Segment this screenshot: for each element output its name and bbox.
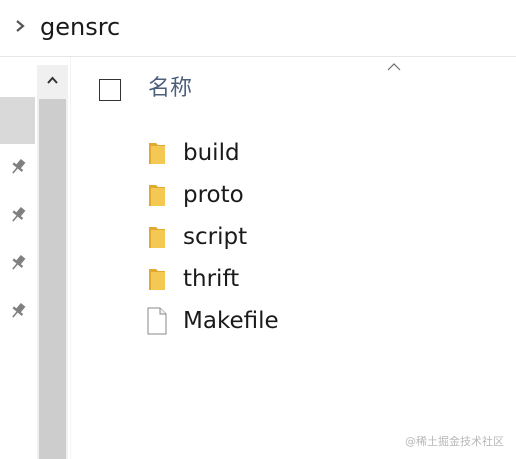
file-name: build	[183, 140, 240, 166]
list-item[interactable]: proto	[146, 176, 476, 218]
watermark: @稀土掘金技术社区	[405, 435, 504, 448]
pin-icon[interactable]	[8, 157, 28, 177]
nav-scrollbar[interactable]	[37, 65, 68, 459]
file-name: script	[183, 224, 248, 250]
folder-icon	[149, 269, 165, 290]
select-all-checkbox[interactable]	[99, 79, 121, 101]
navigation-pane	[0, 57, 70, 459]
folder-icon	[149, 185, 165, 206]
file-list: build proto script thrift Makefile	[146, 134, 476, 344]
scroll-up-button[interactable]	[37, 65, 68, 97]
list-item[interactable]: thrift	[146, 260, 476, 302]
breadcrumb-bar: gensrc	[0, 0, 516, 57]
list-item[interactable]: Makefile	[146, 302, 476, 344]
list-item[interactable]: build	[146, 134, 476, 176]
column-header-name[interactable]: 名称	[148, 74, 192, 104]
breadcrumb-current-folder[interactable]: gensrc	[40, 10, 120, 44]
chevron-up-icon	[47, 76, 58, 84]
pin-icon[interactable]	[8, 253, 28, 273]
nav-selected-item[interactable]	[0, 97, 35, 144]
folder-icon	[149, 143, 165, 164]
list-item[interactable]: script	[146, 218, 476, 260]
file-name: proto	[183, 182, 244, 208]
chevron-right-icon[interactable]	[14, 19, 26, 33]
file-name: Makefile	[183, 308, 279, 334]
sort-ascending-icon	[387, 63, 401, 71]
file-icon	[147, 307, 167, 335]
column-header-row: 名称	[71, 57, 516, 121]
pin-icon[interactable]	[8, 301, 28, 321]
file-name: thrift	[183, 266, 240, 292]
scroll-thumb[interactable]	[39, 99, 66, 459]
pin-icon[interactable]	[8, 205, 28, 225]
folder-icon	[149, 227, 165, 248]
